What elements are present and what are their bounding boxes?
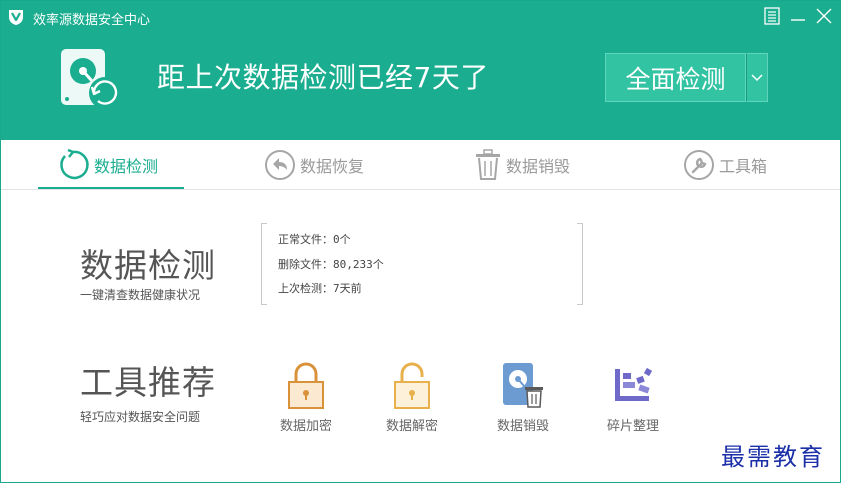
minimize-button[interactable]: [787, 5, 809, 27]
detect-stats-panel: 正常文件：0个 删除文件：80,233个 上次检测：7天前: [261, 223, 583, 305]
tab-data-destroy[interactable]: 数据销毁: [474, 140, 570, 190]
refresh-icon: [60, 148, 89, 180]
disk-refresh-icon: [61, 49, 121, 109]
tool-label: 数据销毁: [496, 419, 549, 434]
tool-data-decrypt[interactable]: 数据解密: [367, 361, 457, 434]
close-icon: [816, 8, 832, 24]
detect-section-title: 数据检测: [80, 246, 216, 285]
tools-section-title: 工具推荐: [80, 363, 216, 402]
menu-button[interactable]: [761, 5, 783, 27]
tab-label: 数据销毁: [506, 157, 571, 176]
tab-label: 数据检测: [94, 157, 159, 176]
close-button[interactable]: [813, 5, 835, 27]
stat-normal-files: 正常文件：0个: [278, 233, 351, 246]
detect-section-subtitle: 一键清查数据健康状况: [80, 288, 201, 302]
tab-label: 工具箱: [719, 157, 768, 176]
bracket-left: [261, 223, 267, 305]
bracket-right: [577, 223, 583, 305]
lock-open-icon: [394, 362, 430, 409]
menu-icon: [764, 7, 780, 25]
app-window: 效率源数据安全中心 距上次数据检测已经7天了 全面检测 数据检测 数据恢复 数据…: [0, 0, 841, 483]
lock-closed-icon: [288, 362, 324, 409]
tab-data-detect[interactable]: 数据检测: [56, 140, 158, 190]
active-tab-indicator: [38, 187, 184, 189]
tool-label: 碎片整理: [606, 419, 659, 434]
tool-label: 数据加密: [279, 419, 332, 434]
headline: 距上次数据检测已经7天了: [157, 61, 489, 94]
full-scan-button[interactable]: 全面检测: [605, 53, 746, 102]
tool-defrag[interactable]: 碎片整理: [588, 361, 678, 434]
tab-toolbox[interactable]: 工具箱: [683, 140, 767, 190]
defrag-icon: [615, 367, 653, 401]
stat-deleted-files: 删除文件：80,233个: [278, 258, 384, 271]
tab-label: 数据恢复: [300, 157, 365, 176]
shield-v-icon: [9, 10, 23, 25]
stat-last-scan: 上次检测：7天前: [278, 282, 362, 295]
main-tabs: 数据检测 数据恢复 数据销毁 工具箱: [1, 140, 840, 190]
scan-options-dropdown[interactable]: [746, 53, 768, 102]
tool-data-encrypt[interactable]: 数据加密: [261, 361, 351, 434]
header-banner: 距上次数据检测已经7天了 全面检测: [1, 33, 840, 140]
undo-icon: [265, 150, 295, 180]
watermark-text: 最需教育: [721, 443, 825, 471]
disk-trash-icon: [503, 363, 543, 408]
minimize-icon: [791, 19, 805, 21]
trash-icon: [476, 149, 500, 180]
tool-label: 数据解密: [385, 419, 438, 434]
title-bar[interactable]: 效率源数据安全中心: [1, 1, 840, 33]
chevron-down-icon: [751, 73, 763, 81]
tab-data-recovery[interactable]: 数据恢复: [264, 140, 364, 190]
wrench-icon: [684, 150, 714, 180]
tools-section-subtitle: 轻巧应对数据安全问题: [80, 410, 201, 424]
app-title: 效率源数据安全中心: [33, 13, 151, 28]
tool-data-destroy[interactable]: 数据销毁: [478, 361, 568, 434]
